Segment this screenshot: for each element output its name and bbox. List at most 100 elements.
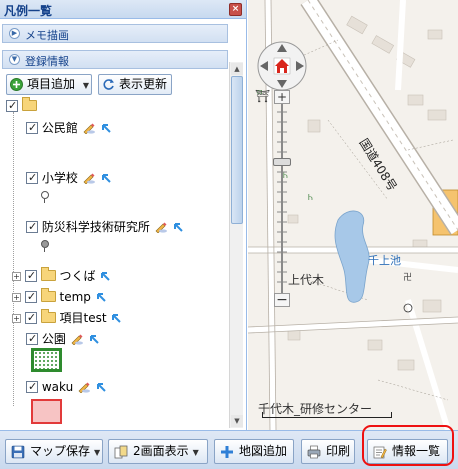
scroll-down-icon[interactable]: ▼ [231, 415, 243, 427]
area-label: 上代木 [288, 273, 325, 287]
svg-text:卍: 卍 [403, 272, 412, 283]
info-list-icon [373, 446, 387, 459]
add-item-button[interactable]: 項目追加 ▼ [6, 74, 92, 95]
map-nav-control [256, 40, 308, 92]
zoom-control: + − [273, 90, 291, 310]
item-checkbox[interactable] [26, 331, 38, 347]
expand-arrow-icon: ▶ [9, 28, 20, 39]
panel-title: 凡例一覧 [4, 4, 53, 18]
item-checkbox[interactable] [26, 219, 38, 235]
park-area-swatch [31, 348, 62, 372]
edit-pencil-icon[interactable] [70, 333, 84, 345]
scroll-up-icon[interactable]: ▲ [231, 63, 243, 75]
tree-item-label: 防災科学技術研究所 [41, 220, 150, 234]
zoom-thumb[interactable] [273, 158, 291, 166]
tree-item-koen[interactable]: 公園 [26, 331, 100, 347]
waku-area-swatch [31, 399, 62, 424]
tree-item-shogakko[interactable]: 小学校 [26, 170, 112, 186]
jump-arrow-icon[interactable] [95, 291, 107, 303]
chevron-down-icon: ▼ [192, 448, 199, 457]
item-checkbox[interactable] [24, 268, 37, 284]
tree-item-tsukuba[interactable]: + つくば [12, 267, 111, 284]
tree-root[interactable] [6, 97, 37, 114]
item-checkbox[interactable] [26, 120, 38, 136]
edit-pencil-icon[interactable] [82, 172, 96, 184]
chevron-down-icon: ▼ [82, 81, 89, 90]
jump-arrow-icon[interactable] [110, 312, 122, 324]
tree-guide-line [13, 112, 14, 406]
scrollbar-thumb[interactable] [231, 76, 243, 224]
floppy-disk-icon [11, 445, 25, 459]
tree-item-label: つくば [59, 269, 96, 283]
section-memo-label: メモ描画 [25, 29, 69, 42]
root-folder-icon [21, 97, 37, 111]
expand-plus-icon[interactable]: + [12, 293, 21, 302]
dual-view-button[interactable]: 2画面表示 ▼ [108, 439, 208, 464]
add-map-label: 地図追加 [239, 444, 288, 458]
tree-item-label: temp [59, 290, 91, 304]
chevron-down-icon: ▼ [94, 448, 101, 457]
refresh-icon [103, 79, 114, 90]
collapse-arrow-icon: ▼ [9, 54, 20, 65]
jump-arrow-icon[interactable] [95, 381, 107, 393]
expand-plus-icon[interactable]: + [12, 272, 21, 281]
item-checkbox[interactable] [24, 289, 37, 305]
print-label: 印刷 [326, 444, 351, 458]
tree-item-label: 項目test [59, 311, 107, 325]
bottom-toolbar: マップ保存 ▼ 2画面表示 ▼ 地図追加 印刷 情報一覧 [0, 430, 458, 469]
tree-item-label: 公園 [41, 332, 66, 346]
info-list-button[interactable]: 情報一覧 [367, 439, 448, 464]
print-button[interactable]: 印刷 [301, 439, 355, 464]
tree-item-komoku-test[interactable]: + 項目test [12, 309, 122, 326]
jump-arrow-icon[interactable] [88, 333, 100, 345]
edit-pencil-icon[interactable] [77, 381, 91, 393]
pan-control[interactable] [256, 40, 308, 92]
scale-bar [262, 412, 392, 418]
add-circle-icon [10, 78, 23, 91]
expand-plus-icon[interactable]: + [12, 314, 21, 323]
svg-text:Ꮒ: Ꮒ [308, 193, 313, 202]
section-registered-label: 登録情報 [25, 55, 69, 68]
close-button[interactable]: × [229, 3, 242, 16]
pond-label: 千上池 [368, 254, 401, 267]
item-checkbox[interactable] [26, 170, 38, 186]
folder-icon [40, 267, 56, 281]
jump-arrow-icon[interactable] [100, 122, 112, 134]
institute-pin-icon [41, 240, 49, 252]
zoom-in-button[interactable]: + [274, 90, 290, 104]
tree-item-label: 小学校 [41, 171, 78, 185]
jump-arrow-icon[interactable] [100, 172, 112, 184]
edit-pencil-icon[interactable] [154, 221, 168, 233]
section-memo-header[interactable]: ▶ メモ描画 [2, 24, 228, 43]
add-item-label: 項目追加 [27, 77, 76, 91]
legend-scrollbar[interactable]: ▲ ▼ [229, 62, 243, 428]
folder-icon [40, 309, 56, 323]
printer-icon [307, 445, 321, 459]
tree-item-temp[interactable]: + temp [12, 288, 107, 305]
zoom-ticks [277, 111, 287, 283]
legend-panel: 凡例一覧 × ▶ メモ描画 ▼ 登録情報 項目追加 ▼ 表示更新 ✓ ✓ 公民館… [0, 0, 247, 430]
tree-item-label: waku [41, 380, 74, 394]
jump-arrow-icon[interactable] [172, 221, 184, 233]
tree-item-kominkan[interactable]: 公民館 [26, 120, 112, 136]
dual-screen-icon [114, 445, 128, 459]
section-registered-header[interactable]: ▼ 登録情報 [2, 50, 228, 69]
map-view[interactable]: ᏂᏂㅁ ⛩ 卍 国道408号 千上池 上代木 千代木_研修センター + − [248, 0, 458, 430]
refresh-label: 表示更新 [119, 77, 168, 91]
edit-pencil-icon[interactable] [82, 122, 96, 134]
save-map-button[interactable]: マップ保存 ▼ [5, 439, 103, 464]
tree-item-bosai[interactable]: 防災科学技術研究所 [26, 219, 184, 235]
refresh-button[interactable]: 表示更新 [98, 74, 172, 95]
legend-panel-header: 凡例一覧 × [0, 0, 246, 19]
add-map-button[interactable]: 地図追加 [214, 439, 294, 464]
zoom-out-button[interactable]: − [274, 293, 290, 307]
tree-item-label: 公民館 [41, 121, 78, 135]
tree-item-waku[interactable]: waku [26, 379, 107, 395]
plus-icon [221, 446, 233, 458]
item-checkbox[interactable] [24, 310, 37, 326]
item-checkbox[interactable] [26, 379, 38, 395]
root-checkbox[interactable] [6, 98, 18, 114]
folder-icon [40, 288, 56, 302]
jump-arrow-icon[interactable] [99, 270, 111, 282]
save-map-label: マップ保存 [30, 444, 91, 458]
